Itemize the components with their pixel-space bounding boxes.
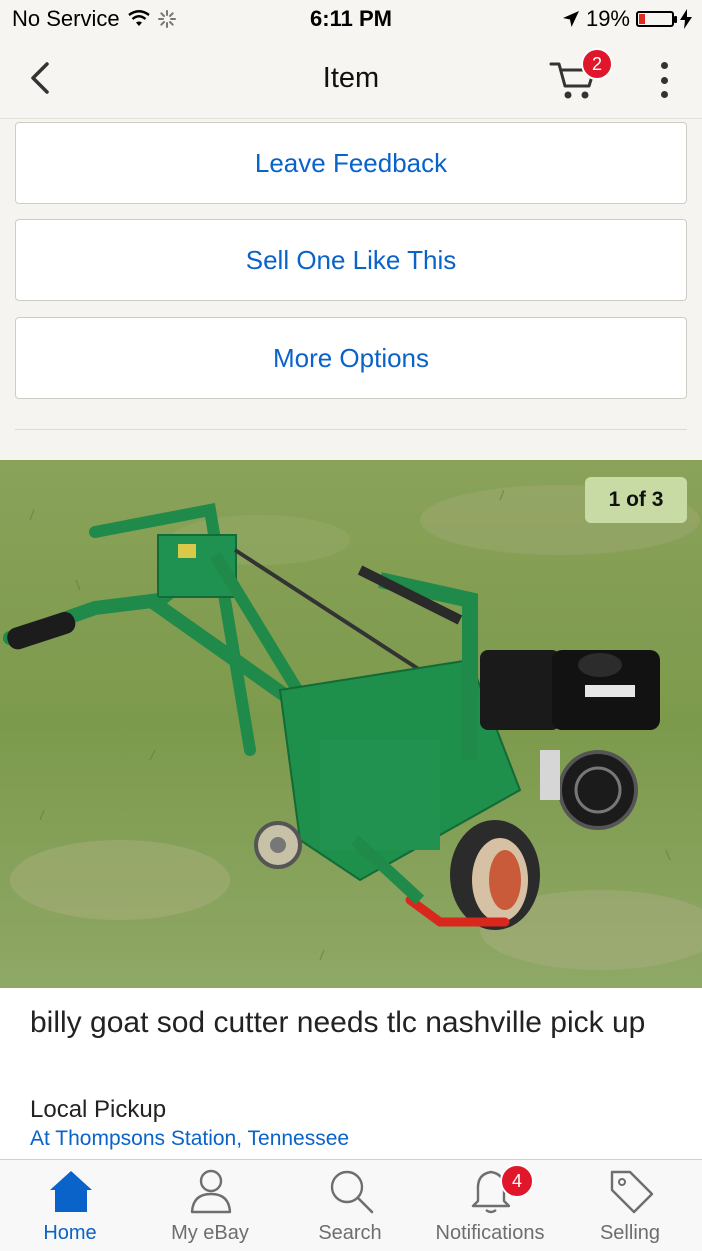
battery-percent: 19% (585, 6, 630, 31)
leave-feedback-button[interactable]: Leave Feedback (15, 122, 687, 204)
battery-level (639, 14, 645, 24)
pickup-location-link[interactable]: At Thompsons Station, Tennessee (30, 1127, 349, 1151)
tag-icon (610, 1170, 654, 1214)
search-icon (330, 1170, 374, 1214)
nav-bar: Item 2 (0, 40, 702, 119)
cart-button[interactable]: 2 (548, 48, 613, 104)
status-right: 19% (562, 6, 692, 32)
tab-home[interactable]: Home (0, 1160, 140, 1251)
notifications-badge: 4 (500, 1164, 534, 1198)
battery-icon (636, 11, 677, 27)
sod-cutter-photo (0, 460, 702, 988)
more-options-button[interactable]: More Options (15, 317, 687, 399)
section-divider (15, 429, 687, 430)
person-icon (190, 1169, 232, 1214)
tab-label: Search (318, 1222, 382, 1244)
photo-counter: 1 of 3 (585, 477, 687, 523)
tab-my-ebay[interactable]: My eBay (140, 1160, 280, 1251)
item-details: billy goat sod cutter needs tlc nashvill… (0, 988, 702, 1160)
home-icon (50, 1171, 92, 1212)
location-arrow-icon (562, 11, 579, 27)
charging-bolt-icon (680, 9, 692, 29)
item-title: billy goat sod cutter needs tlc nashvill… (30, 1006, 646, 1039)
tab-label: Selling (599, 1222, 661, 1244)
dot-icon (660, 76, 668, 84)
tab-label: My eBay (171, 1222, 249, 1244)
status-bar: No Service 6:11 PM 19% (0, 0, 702, 40)
cart-count-badge: 2 (581, 48, 613, 80)
tab-notifications[interactable]: 4 Notifications (420, 1160, 560, 1251)
dot-icon (660, 62, 668, 69)
dot-icon (660, 91, 668, 98)
tab-selling[interactable]: Selling (560, 1160, 700, 1251)
tab-label: Home (43, 1222, 97, 1244)
sell-one-like-this-button[interactable]: Sell One Like This (15, 219, 687, 301)
tab-search[interactable]: Search (280, 1160, 420, 1251)
pickup-label: Local Pickup (30, 1096, 167, 1123)
tab-bar: Home My eBay Search 4 Notifications Sell… (0, 1159, 702, 1251)
tab-label: Notifications (435, 1222, 545, 1244)
more-menu-button[interactable] (650, 62, 678, 98)
item-photo[interactable] (0, 460, 702, 988)
